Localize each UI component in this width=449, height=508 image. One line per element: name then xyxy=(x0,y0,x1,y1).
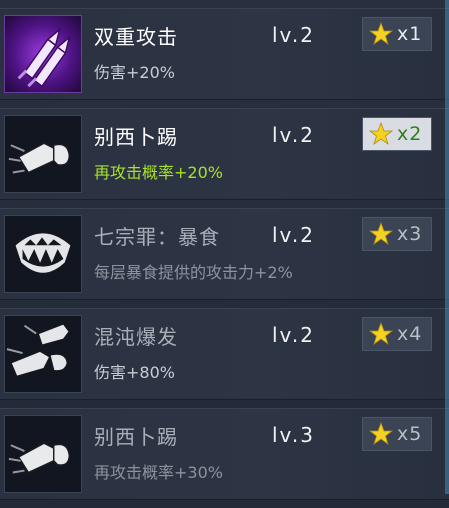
star-icon xyxy=(369,222,393,246)
panel-edge xyxy=(445,0,449,494)
star-icon xyxy=(369,322,393,346)
skill-name: 别西卜踢 xyxy=(94,425,178,449)
skill-description: 伤害+20% xyxy=(94,63,175,82)
skill-description: 每层暴食提供的攻击力+2% xyxy=(94,263,293,282)
rocket-missile-icon xyxy=(4,15,82,93)
star-count-badge: x4 xyxy=(362,317,432,351)
skill-row[interactable]: 混沌爆发 lv.2 伤害+80% x4 xyxy=(0,308,449,400)
star-count: x1 xyxy=(397,23,423,45)
skill-name: 七宗罪：暴食 xyxy=(94,225,220,249)
skill-level: lv.2 xyxy=(272,323,315,347)
skill-description: 再攻击概率+20% xyxy=(94,163,223,182)
chaos-burst-fist-icon xyxy=(4,315,82,393)
skill-row[interactable]: 双重攻击 lv.2 伤害+20% x1 xyxy=(0,8,449,100)
star-count: x3 xyxy=(397,223,423,245)
skill-level: lv.2 xyxy=(272,23,315,47)
skill-list-panel: 双重攻击 lv.2 伤害+20% x1 别西卜踢 lv.2 再攻击概率+20% … xyxy=(0,0,449,500)
skill-name: 混沌爆发 xyxy=(94,325,178,349)
star-icon xyxy=(369,22,393,46)
star-count-badge: x2 xyxy=(362,117,432,151)
skill-level: lv.2 xyxy=(272,223,315,247)
skill-description: 再攻击概率+30% xyxy=(94,463,223,482)
skill-description: 伤害+80% xyxy=(94,363,175,382)
star-count-badge: x1 xyxy=(362,17,432,51)
skill-row[interactable]: 七宗罪：暴食 lv.2 每层暴食提供的攻击力+2% x3 xyxy=(0,208,449,300)
kick-boot-icon xyxy=(4,115,82,193)
star-count: x2 xyxy=(397,123,423,145)
skill-level: lv.2 xyxy=(272,123,315,147)
star-icon xyxy=(369,422,393,446)
skill-rows: 双重攻击 lv.2 伤害+20% x1 别西卜踢 lv.2 再攻击概率+20% … xyxy=(0,8,449,508)
star-count: x4 xyxy=(397,323,423,345)
star-icon xyxy=(369,122,393,146)
fanged-mouth-icon xyxy=(4,215,82,293)
kick-boot-icon xyxy=(4,415,82,493)
skill-name: 双重攻击 xyxy=(94,25,178,49)
skill-row[interactable]: 别西卜踢 lv.2 再攻击概率+20% x2 xyxy=(0,108,449,200)
skill-level: lv.3 xyxy=(272,423,315,447)
star-count: x5 xyxy=(397,423,423,445)
star-count-badge: x3 xyxy=(362,217,432,251)
star-count-badge: x5 xyxy=(362,417,432,451)
skill-name: 别西卜踢 xyxy=(94,125,178,149)
skill-row[interactable]: 别西卜踢 lv.3 再攻击概率+30% x5 xyxy=(0,408,449,500)
